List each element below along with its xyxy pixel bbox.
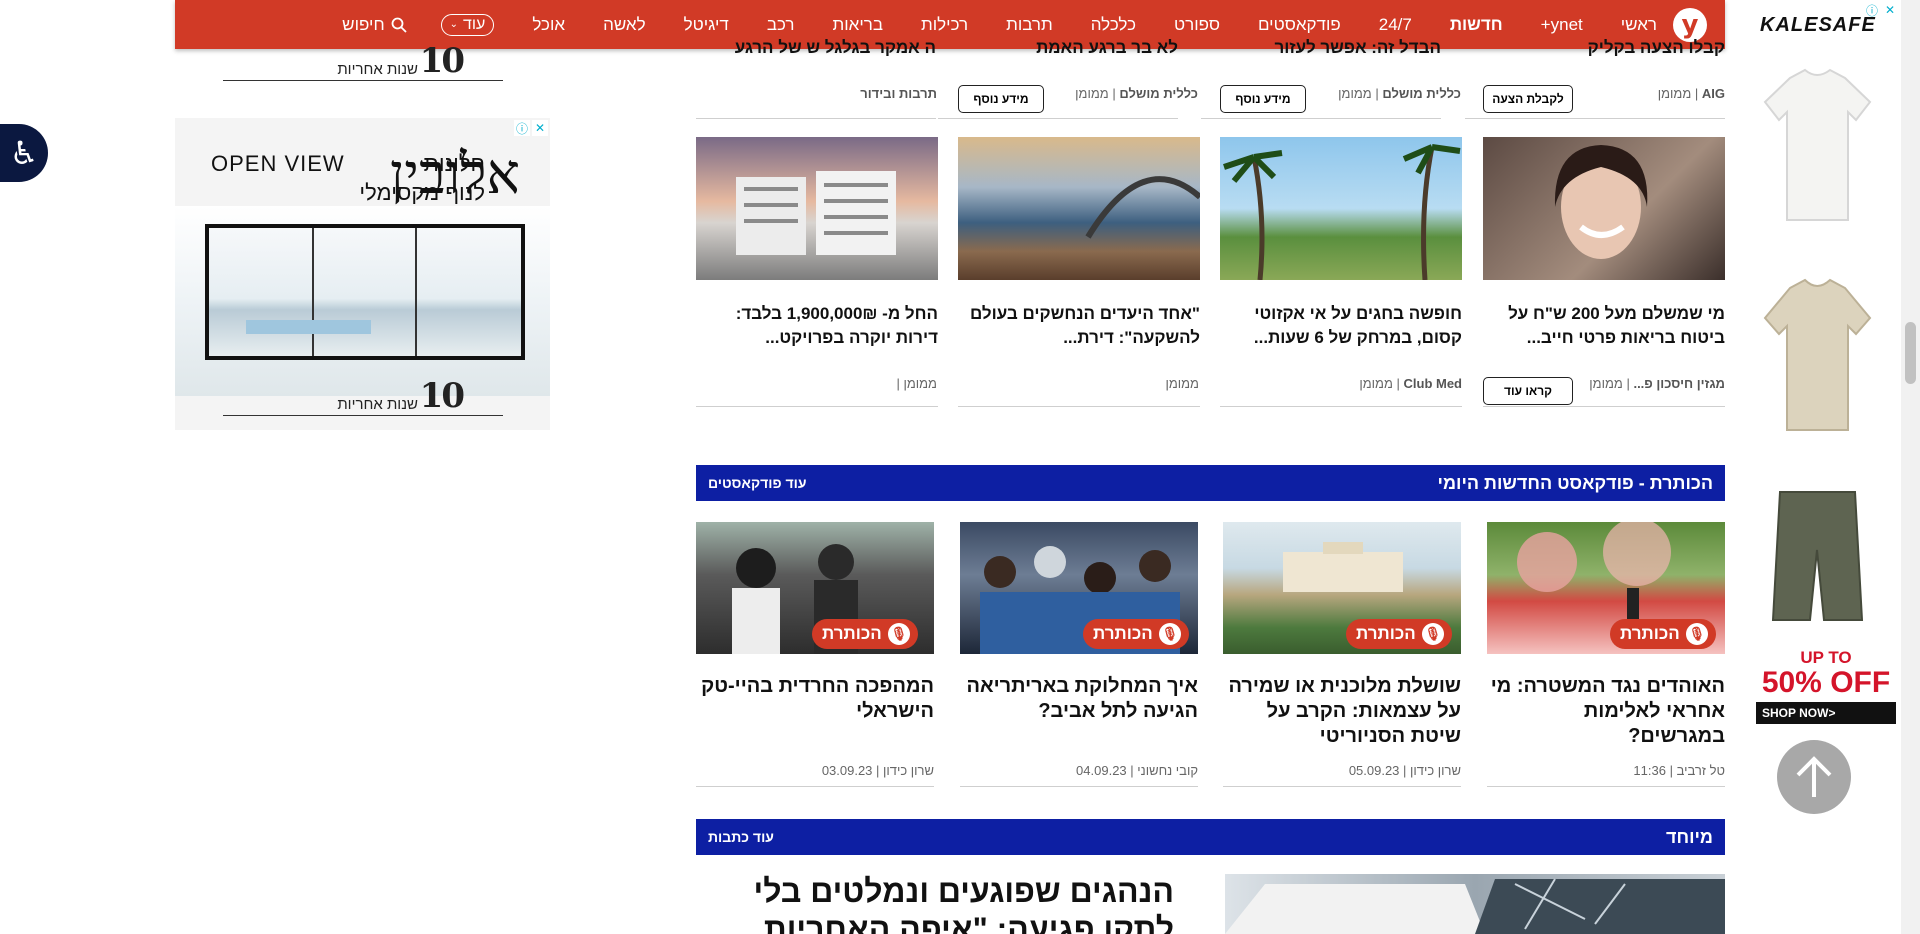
search-button[interactable]: חיפוש: [342, 14, 407, 35]
promo-line2: 50% OFF: [1761, 666, 1891, 699]
read-more-button[interactable]: קראו עוד: [1483, 377, 1573, 405]
more-info-button[interactable]: מידע נוסף: [958, 85, 1044, 113]
podcast-meta: שרון כידון | 05.09.23: [1348, 763, 1461, 778]
card-title-partial[interactable]: קבלו הצעה בקליק: [1465, 38, 1725, 58]
podcast-meta: טל זרביב | 11:36: [1633, 763, 1725, 778]
warranty-signature-bottom: שנות אחריות 10: [223, 376, 503, 424]
close-icon[interactable]: ✕: [532, 120, 548, 136]
more-info-button[interactable]: מידע נוסף: [1220, 85, 1306, 113]
card-meta: ממומן: [1165, 376, 1199, 391]
arrow-up-icon: [1796, 756, 1832, 797]
card-title-partial[interactable]: לא בר ברגע האמת: [938, 38, 1178, 58]
feature-title[interactable]: הנהגים שפוגעים ונמלטים בלי לתקן פגיעה: "…: [744, 872, 1174, 934]
microphone-icon: 🎙: [1685, 623, 1708, 645]
podcast-meta: שרון כידון | 03.09.23: [821, 763, 934, 778]
product-tshirt-white: [1763, 68, 1872, 221]
card-image-woman[interactable]: [1483, 137, 1725, 280]
section-title[interactable]: מיוחד: [1666, 827, 1713, 848]
nav-item-women[interactable]: לאשה: [603, 15, 646, 35]
card-image-apartments[interactable]: [696, 137, 938, 280]
ad-brand: אלובין: [389, 142, 520, 207]
warranty-text: שנות אחריות: [337, 396, 418, 413]
card-title[interactable]: החל מ- 1,900,000₪ בלבד: דירות יוקרה בפרו…: [696, 302, 938, 350]
main-column: קבלו הצעה בקליק הבדל זה: אפשר לעזור לא ב…: [696, 0, 1725, 934]
more-articles-link[interactable]: עוד כתבות: [708, 829, 774, 845]
podcast-title[interactable]: איך המחלוקת באריתריאה הגיעה לתל אביב?: [960, 674, 1198, 724]
ad-headline: OPEN VIEW: [211, 150, 345, 179]
page-scrollbar[interactable]: [1901, 0, 1920, 934]
microphone-icon: 🎙: [1158, 623, 1181, 645]
card-title[interactable]: מי שמשלם מעל 200 ש"ח על ביטוח בריאות פרט…: [1483, 302, 1725, 350]
ad-choices[interactable]: ⓘ ✕: [514, 120, 548, 136]
window-illustration: [205, 224, 525, 360]
warranty-number: 10: [419, 376, 465, 416]
podcast-meta: קובי נחשוני | 04.09.23: [1076, 763, 1198, 778]
card-meta: AIG | ממומן: [1657, 86, 1725, 101]
promo-line1: UP TO: [1800, 648, 1852, 667]
search-icon: [391, 17, 407, 33]
accessibility-button[interactable]: ♿: [0, 124, 48, 182]
product-shorts-green: [1771, 491, 1864, 621]
ad-headline-en: OPEN VIEW: [211, 151, 345, 176]
scrollbar-thumb[interactable]: [1905, 322, 1916, 384]
podcast-title[interactable]: המהפכה החרדית בהיי-טק הישראלי: [696, 674, 934, 724]
podcast-section-header: הכותרת - פודקאסט החדשות היומי עוד פודקאס…: [696, 465, 1725, 501]
section-title[interactable]: הכותרת - פודקאסט החדשות היומי: [1438, 473, 1713, 494]
podcast-badge: 🎙 הכותרת: [1083, 619, 1189, 649]
chevron-down-icon: ⌄: [449, 19, 459, 30]
card-image-palm-beach[interactable]: [1220, 137, 1462, 280]
warranty-number: 10: [419, 41, 465, 81]
shop-now-button[interactable]: SHOP NOW>: [1756, 702, 1896, 724]
card-meta: כללית מושלם | ממומן: [1338, 86, 1461, 101]
card-title-partial[interactable]: הבדל זה: אפשר לעזור: [1201, 38, 1441, 58]
card-meta: Club Med | ממומן: [1359, 376, 1462, 391]
podcast-badge: 🎙 הכותרת: [812, 619, 918, 649]
microphone-icon: 🎙: [1421, 623, 1444, 645]
close-icon[interactable]: ✕: [1882, 2, 1898, 18]
warranty-text: שנות אחריות: [337, 61, 418, 78]
podcast-title[interactable]: שושלת מלוכנית או שמירה על עצמאות: הקרב ע…: [1223, 674, 1461, 749]
product-shirt-beige: [1763, 278, 1872, 431]
card-meta: כללית מושלם | ממומן: [1075, 86, 1198, 101]
card-meta: ממומן |: [896, 376, 937, 391]
warranty-signature: שנות אחריות 10: [223, 41, 503, 89]
card-meta: תרבות ובידור: [860, 86, 937, 101]
ad-left-banner[interactable]: ⓘ ✕ OPEN VIEW חלונות לנוף מקסימלי אלובין…: [175, 118, 550, 430]
nav-item-food[interactable]: אוכל: [532, 15, 565, 35]
microphone-icon: 🎙: [887, 623, 910, 645]
card-title[interactable]: חופשה בחגים על אי אקזוטי קסום, במרחק של …: [1220, 302, 1462, 350]
info-icon[interactable]: ⓘ: [514, 120, 530, 136]
more-menu-button[interactable]: עוד ⌄: [440, 13, 495, 36]
ad-right-banner[interactable]: ⓘ ✕ KALESAFE UP TO 50% OFF SHOP NOW>: [1752, 0, 1900, 740]
ad-brand: KALESAFE: [1760, 14, 1876, 36]
podcast-badge: 🎙 הכותרת: [1610, 619, 1716, 649]
card-image-porto-bridge[interactable]: [958, 137, 1200, 280]
ad-left-top-strip[interactable]: שנות אחריות 10: [175, 41, 550, 89]
scroll-to-top-button[interactable]: [1777, 740, 1851, 814]
feature-image-damaged-car[interactable]: [1225, 874, 1725, 934]
get-offer-button[interactable]: לקבלת הצעה: [1483, 85, 1573, 113]
card-meta: מגזין חיסכון פ... | ממומן: [1589, 376, 1725, 391]
wheelchair-icon: ♿: [9, 135, 39, 171]
podcast-badge: 🎙 הכותרת: [1346, 619, 1452, 649]
card-title-partial[interactable]: ה אמקר בגלגל ש של הרגע: [696, 38, 936, 58]
special-section-header: מיוחד עוד כתבות: [696, 819, 1725, 855]
podcast-title[interactable]: האוהדים נגד המשטרה: מי אחראי לאלימות במג…: [1487, 674, 1725, 749]
card-title[interactable]: "אחד היעדים הנחשקים בעולם להשקעה": דירת.…: [958, 302, 1200, 350]
more-menu-label: עוד: [463, 15, 486, 33]
search-label: חיפוש: [342, 14, 385, 34]
more-podcasts-link[interactable]: עוד פודקאסטים: [708, 475, 807, 491]
